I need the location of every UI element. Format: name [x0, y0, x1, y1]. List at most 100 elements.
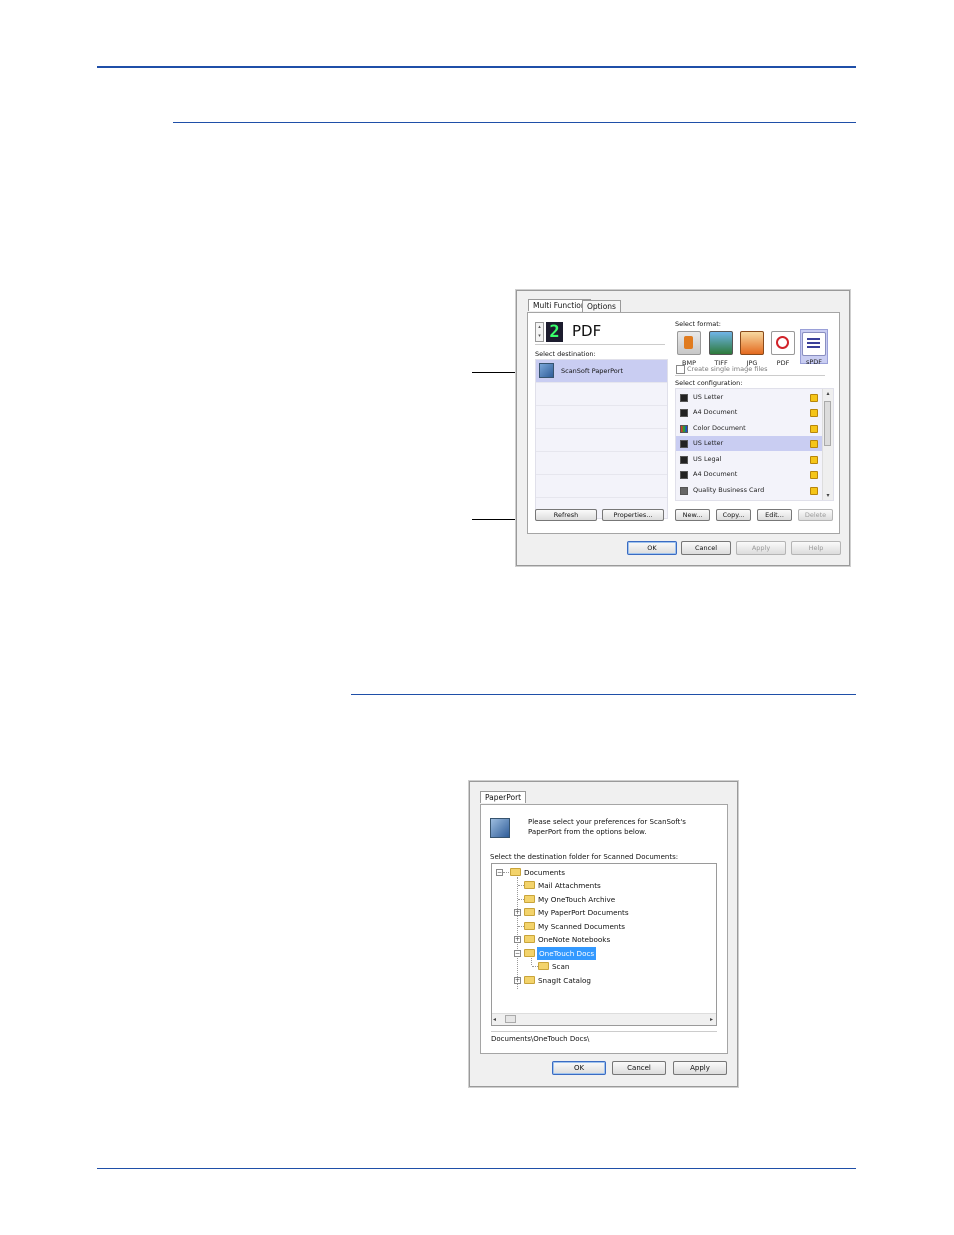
scroll-thumb[interactable] — [505, 1015, 516, 1023]
scanner-icon — [680, 394, 688, 402]
scroll-up-icon[interactable]: ▴ — [823, 389, 833, 398]
header-rule — [97, 66, 856, 68]
scroll-right-icon[interactable]: ▸ — [705, 1014, 713, 1025]
tree-connector — [517, 877, 518, 989]
scanner-icon — [680, 471, 688, 479]
lock-icon — [810, 409, 818, 417]
config-scrollbar[interactable]: ▴ ▾ — [822, 389, 833, 500]
apply-button[interactable]: Apply — [736, 541, 786, 555]
folder-icon — [524, 881, 535, 889]
destination-folder-label: Select the destination folder for Scanne… — [490, 853, 679, 861]
cancel-button[interactable]: Cancel — [681, 541, 731, 555]
paperport-tab-panel: Please select your preferences for ScanS… — [480, 804, 728, 1054]
format-pdf[interactable]: PDF — [769, 331, 797, 368]
scanner-icon — [680, 440, 688, 448]
refresh-button[interactable]: Refresh — [535, 509, 597, 521]
format-jpg[interactable]: JPG — [738, 331, 766, 368]
folder-icon — [524, 908, 535, 916]
path-divider — [491, 1031, 717, 1032]
card-scan-icon — [680, 487, 688, 495]
folder-icon — [524, 895, 535, 903]
scanner-icon — [680, 456, 688, 464]
jpg-icon — [740, 331, 764, 355]
config-item[interactable]: US Legal — [676, 452, 822, 467]
collapse-icon[interactable]: − — [496, 869, 503, 876]
destination-item-paperport[interactable]: ScanSoft PaperPort — [536, 360, 667, 383]
help-button[interactable]: Help — [791, 541, 841, 555]
tiff-icon — [709, 331, 733, 355]
selector-digit-display: 2 — [546, 322, 563, 342]
pdf-icon — [771, 331, 795, 355]
folder-icon — [510, 868, 521, 876]
properties-button[interactable]: Properties... — [602, 509, 664, 521]
select-format-label: Select format: — [675, 320, 721, 328]
scroll-down-icon[interactable]: ▾ — [823, 491, 833, 500]
apply-button[interactable]: Apply — [673, 1061, 727, 1075]
lock-icon — [810, 456, 818, 464]
scroll-left-icon[interactable]: ◂ — [493, 1014, 501, 1025]
config-item[interactable]: Quality Business Card — [676, 483, 822, 498]
destination-empty-row — [536, 429, 667, 452]
config-item-selected[interactable]: US Letter — [676, 436, 822, 451]
tab-panel: ▴ ▾ 2 PDF Select destination: ScanSoft Pa… — [527, 312, 840, 534]
ok-button[interactable]: OK — [552, 1061, 606, 1075]
paperport-icon — [490, 818, 510, 838]
config-item[interactable]: A4 Document — [676, 405, 822, 420]
lock-icon — [810, 440, 818, 448]
selector-divider — [535, 344, 665, 345]
bmp-icon — [677, 331, 701, 355]
intro-line-2: PaperPort from the options below. — [528, 828, 647, 836]
format-bmp[interactable]: BMP — [675, 331, 703, 368]
paperport-icon — [539, 363, 554, 378]
color-scan-icon — [680, 425, 688, 433]
config-item[interactable]: US Letter — [676, 390, 822, 405]
destination-item-label: ScanSoft PaperPort — [561, 367, 623, 375]
format-divider — [675, 375, 825, 376]
folder-icon — [524, 935, 535, 943]
config-item[interactable]: A4 Document — [676, 467, 822, 482]
folder-icon — [538, 962, 549, 970]
destination-empty-row — [536, 383, 667, 406]
select-destination-label: Select destination: — [535, 350, 596, 358]
footer-rule — [97, 1168, 856, 1169]
tab-paperport[interactable]: PaperPort — [480, 791, 527, 803]
lock-icon — [810, 487, 818, 495]
scroll-thumb[interactable] — [824, 401, 831, 446]
selector-label: PDF — [572, 322, 602, 340]
section-rule-2 — [351, 694, 856, 695]
expand-icon[interactable]: + — [514, 936, 521, 943]
delete-button[interactable]: Delete — [798, 509, 833, 521]
destination-list[interactable]: ScanSoft PaperPort — [535, 359, 668, 519]
expand-icon[interactable]: + — [514, 909, 521, 916]
edit-button[interactable]: Edit... — [757, 509, 792, 521]
new-button[interactable]: New... — [675, 509, 710, 521]
intro-line-1: Please select your preferences for ScanS… — [528, 818, 686, 826]
destination-empty-row — [536, 452, 667, 475]
format-spdf[interactable]: sPDF — [800, 329, 828, 366]
spdf-icon — [802, 332, 826, 356]
expand-icon[interactable]: + — [514, 977, 521, 984]
create-single-label: Create single image files — [687, 365, 768, 373]
ok-button[interactable]: OK — [627, 541, 677, 555]
create-single-checkbox[interactable] — [676, 365, 685, 374]
collapse-icon[interactable]: − — [514, 950, 521, 957]
destination-empty-row — [536, 406, 667, 429]
folder-icon — [524, 922, 535, 930]
cancel-button[interactable]: Cancel — [612, 1061, 666, 1075]
open-folder-icon — [524, 949, 535, 957]
selector-spinner[interactable]: ▴ ▾ — [535, 322, 544, 342]
copy-button[interactable]: Copy... — [716, 509, 751, 521]
folder-icon — [524, 976, 535, 984]
lock-icon — [810, 425, 818, 433]
config-item[interactable]: Color Document — [676, 421, 822, 436]
lock-icon — [810, 394, 818, 402]
section-rule-1 — [173, 122, 856, 123]
format-tiff[interactable]: TIFF — [707, 331, 735, 368]
folder-tree[interactable]: − Documents Mail Attachments My OneTouch… — [491, 863, 717, 1026]
select-configuration-label: Select configuration: — [675, 379, 743, 387]
selected-path: Documents\OneTouch Docs\ — [491, 1035, 590, 1043]
configuration-list[interactable]: US Letter A4 Document Color Document US … — [675, 388, 834, 501]
scanner-icon — [680, 409, 688, 417]
tree-horizontal-scrollbar[interactable]: ◂ ▸ — [492, 1013, 716, 1025]
tab-options[interactable]: Options — [582, 300, 621, 312]
